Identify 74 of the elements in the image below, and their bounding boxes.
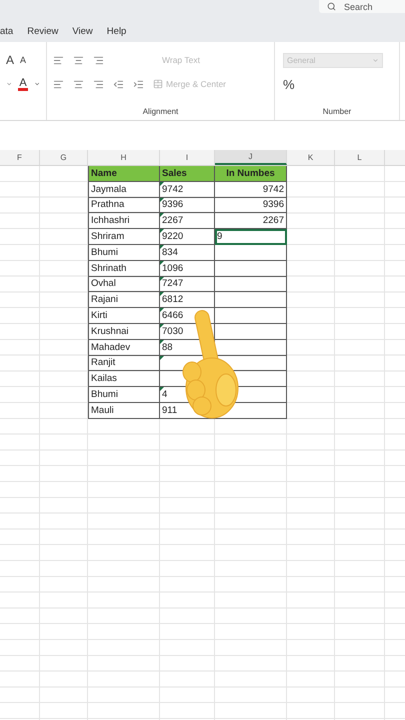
- column-header[interactable]: H: [88, 150, 160, 165]
- table-cell: Shrinath: [88, 260, 160, 277]
- column-header[interactable]: J: [215, 150, 287, 165]
- error-flag-icon: [160, 324, 164, 328]
- active-cell[interactable]: 9: [215, 229, 287, 245]
- table-cell: 9742: [215, 182, 287, 198]
- menu-tab[interactable]: ata: [0, 26, 14, 36]
- group-label: Number: [322, 107, 352, 116]
- header-cell: In Numbes: [215, 166, 287, 182]
- table-cell: Shriram: [88, 229, 160, 245]
- table-cell: Kailas: [88, 371, 160, 388]
- increase-indent-icon[interactable]: [133, 78, 144, 90]
- table-cell: 1096: [160, 260, 215, 277]
- table-cell: Ichhashri: [88, 213, 160, 230]
- header-cell: Name: [88, 166, 160, 182]
- table-cell: 9396: [160, 198, 215, 214]
- table-cell: Prathna: [88, 198, 160, 214]
- merge-cells-icon: [153, 79, 163, 89]
- menu-tab[interactable]: Review: [27, 26, 58, 36]
- shrink-font-button[interactable]: A: [20, 55, 26, 65]
- align-center-icon[interactable]: [73, 54, 84, 66]
- table-cell: Jaymala: [88, 182, 160, 198]
- caret-icon[interactable]: [6, 80, 12, 88]
- error-flag-icon: [160, 292, 164, 296]
- align-left-icon[interactable]: [53, 78, 64, 90]
- error-flag-icon: [160, 276, 164, 281]
- table-cell: 6812: [160, 292, 215, 308]
- grow-font-button[interactable]: A: [6, 53, 14, 67]
- font-color-button[interactable]: A: [18, 78, 28, 90]
- column-header[interactable]: L: [335, 150, 385, 165]
- search-placeholder: Search: [344, 2, 373, 12]
- error-flag-icon: [160, 213, 164, 218]
- align-right-icon[interactable]: [93, 78, 104, 90]
- table-cell: Rajani: [88, 292, 160, 308]
- table-cell: Ovhal: [88, 276, 160, 292]
- table-cell: 2267: [160, 213, 215, 230]
- table-cell: 834: [160, 244, 215, 261]
- table-cell: Bhumi: [88, 387, 160, 403]
- decrease-indent-icon[interactable]: [113, 78, 124, 90]
- error-flag-icon: [160, 387, 164, 392]
- table-cell: Bhumi: [88, 244, 160, 261]
- error-flag-icon: [160, 356, 164, 360]
- table-cell: 9396: [215, 198, 287, 214]
- group-label: Alignment: [142, 107, 180, 116]
- error-flag-icon: [160, 260, 164, 265]
- error-flag-icon: [160, 198, 164, 202]
- column-header[interactable]: G: [40, 150, 88, 165]
- column-header[interactable]: F: [0, 150, 40, 165]
- table-cell: 9742: [160, 182, 215, 198]
- table-cell: Mauli: [88, 402, 160, 419]
- error-flag-icon: [160, 340, 164, 344]
- table-cell: Kirti: [88, 308, 160, 324]
- align-left-icon[interactable]: [53, 54, 64, 66]
- table-cell: 7247: [160, 276, 215, 292]
- menu-tab[interactable]: View: [72, 26, 93, 36]
- menu-tab[interactable]: Help: [106, 26, 126, 36]
- percent-button[interactable]: %: [283, 76, 295, 92]
- header-cell: Sales: [160, 166, 215, 182]
- search-field[interactable]: Search: [319, 0, 405, 13]
- table-cell: 9220: [160, 229, 215, 245]
- table-cell: 2267: [215, 213, 287, 230]
- align-right-icon[interactable]: [93, 54, 104, 66]
- table-cell: Ranjit: [88, 356, 160, 372]
- align-center-icon[interactable]: [73, 78, 84, 90]
- search-icon: [327, 2, 336, 11]
- error-flag-icon: [160, 244, 164, 249]
- table-cell: Mahadev: [88, 340, 160, 356]
- table-cell: Krushnai: [88, 324, 160, 340]
- error-flag-icon: [160, 308, 164, 312]
- column-header[interactable]: K: [287, 150, 335, 165]
- error-flag-icon: [160, 229, 164, 234]
- caret-icon: [372, 56, 379, 64]
- caret-icon[interactable]: [34, 80, 40, 88]
- error-flag-icon: [160, 182, 164, 186]
